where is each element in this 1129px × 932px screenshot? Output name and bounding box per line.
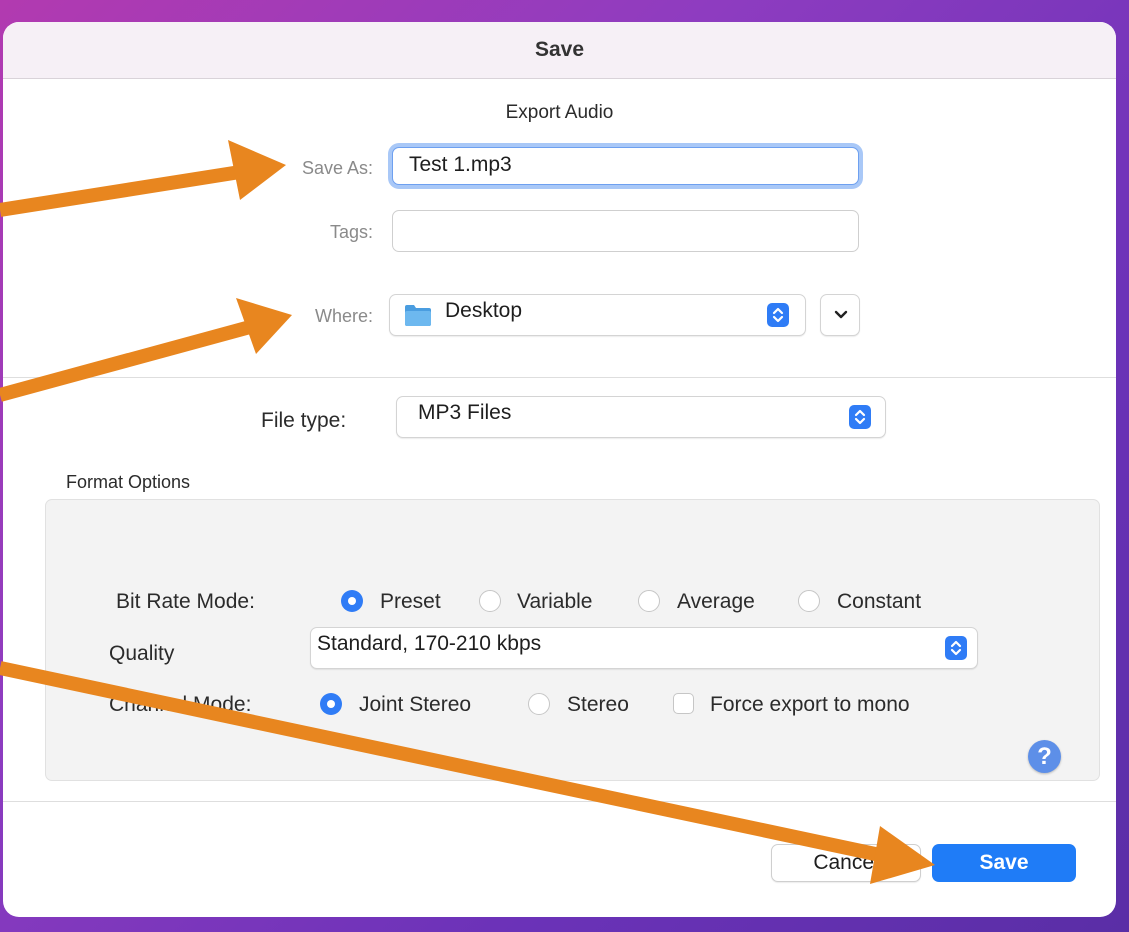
- separator: [3, 377, 1116, 378]
- save-as-label: Save As:: [301, 158, 373, 178]
- where-value: Desktop: [445, 299, 523, 322]
- file-type-popup[interactable]: MP3 Files: [396, 396, 886, 438]
- tags-input[interactable]: [392, 210, 859, 252]
- format-options-group: Bit Rate Mode: Preset Variable Average C…: [45, 499, 1100, 781]
- where-popup[interactable]: Desktop: [389, 294, 806, 336]
- channel-stereo-label: Stereo: [567, 693, 629, 716]
- folder-icon: [404, 303, 432, 332]
- bit-rate-variable-radio[interactable]: [479, 590, 501, 612]
- quality-stepper-icon: [945, 636, 967, 660]
- tags-label: Tags:: [329, 222, 373, 242]
- bit-rate-constant-label: Constant: [837, 590, 922, 613]
- export-audio-heading: Export Audio: [505, 102, 614, 123]
- format-options-title: Format Options: [66, 472, 191, 492]
- force-mono-label: Force export to mono: [710, 693, 910, 716]
- save-as-input[interactable]: Test 1.mp3: [392, 147, 859, 185]
- save-as-value: Test 1.mp3: [409, 153, 512, 176]
- where-stepper-icon: [767, 303, 789, 327]
- bit-rate-average-label: Average: [677, 590, 755, 613]
- separator: [3, 801, 1116, 802]
- file-type-value: MP3 Files: [418, 401, 512, 424]
- channel-joint-stereo-label: Joint Stereo: [359, 693, 472, 716]
- chevron-down-icon: [833, 308, 849, 327]
- file-type-stepper-icon: [849, 405, 871, 429]
- channel-mode-label: Channel Mode:: [109, 693, 252, 716]
- quality-value: Standard, 170-210 kbps: [317, 632, 542, 655]
- channel-stereo-radio[interactable]: [528, 693, 550, 715]
- bit-rate-preset-label: Preset: [380, 590, 441, 613]
- where-expand-button[interactable]: [820, 294, 860, 336]
- bit-rate-average-radio[interactable]: [638, 590, 660, 612]
- bit-rate-preset-radio[interactable]: [341, 590, 363, 612]
- save-dialog: Save Export Audio Save As: Test 1.mp3 Ta…: [3, 22, 1116, 917]
- help-button[interactable]: ?: [1028, 740, 1061, 773]
- force-mono-checkbox[interactable]: [673, 693, 694, 714]
- channel-joint-stereo-radio[interactable]: [320, 693, 342, 715]
- save-button[interactable]: Save: [932, 844, 1076, 882]
- cancel-button[interactable]: Cancel: [771, 844, 921, 882]
- quality-label: Quality: [109, 642, 175, 665]
- quality-popup[interactable]: Standard, 170-210 kbps: [310, 627, 978, 669]
- where-label: Where:: [314, 306, 373, 326]
- bit-rate-mode-label: Bit Rate Mode:: [116, 590, 255, 613]
- bit-rate-variable-label: Variable: [517, 590, 593, 613]
- file-type-label: File type:: [261, 409, 347, 432]
- bit-rate-constant-radio[interactable]: [798, 590, 820, 612]
- dialog-title: Save: [3, 22, 1116, 79]
